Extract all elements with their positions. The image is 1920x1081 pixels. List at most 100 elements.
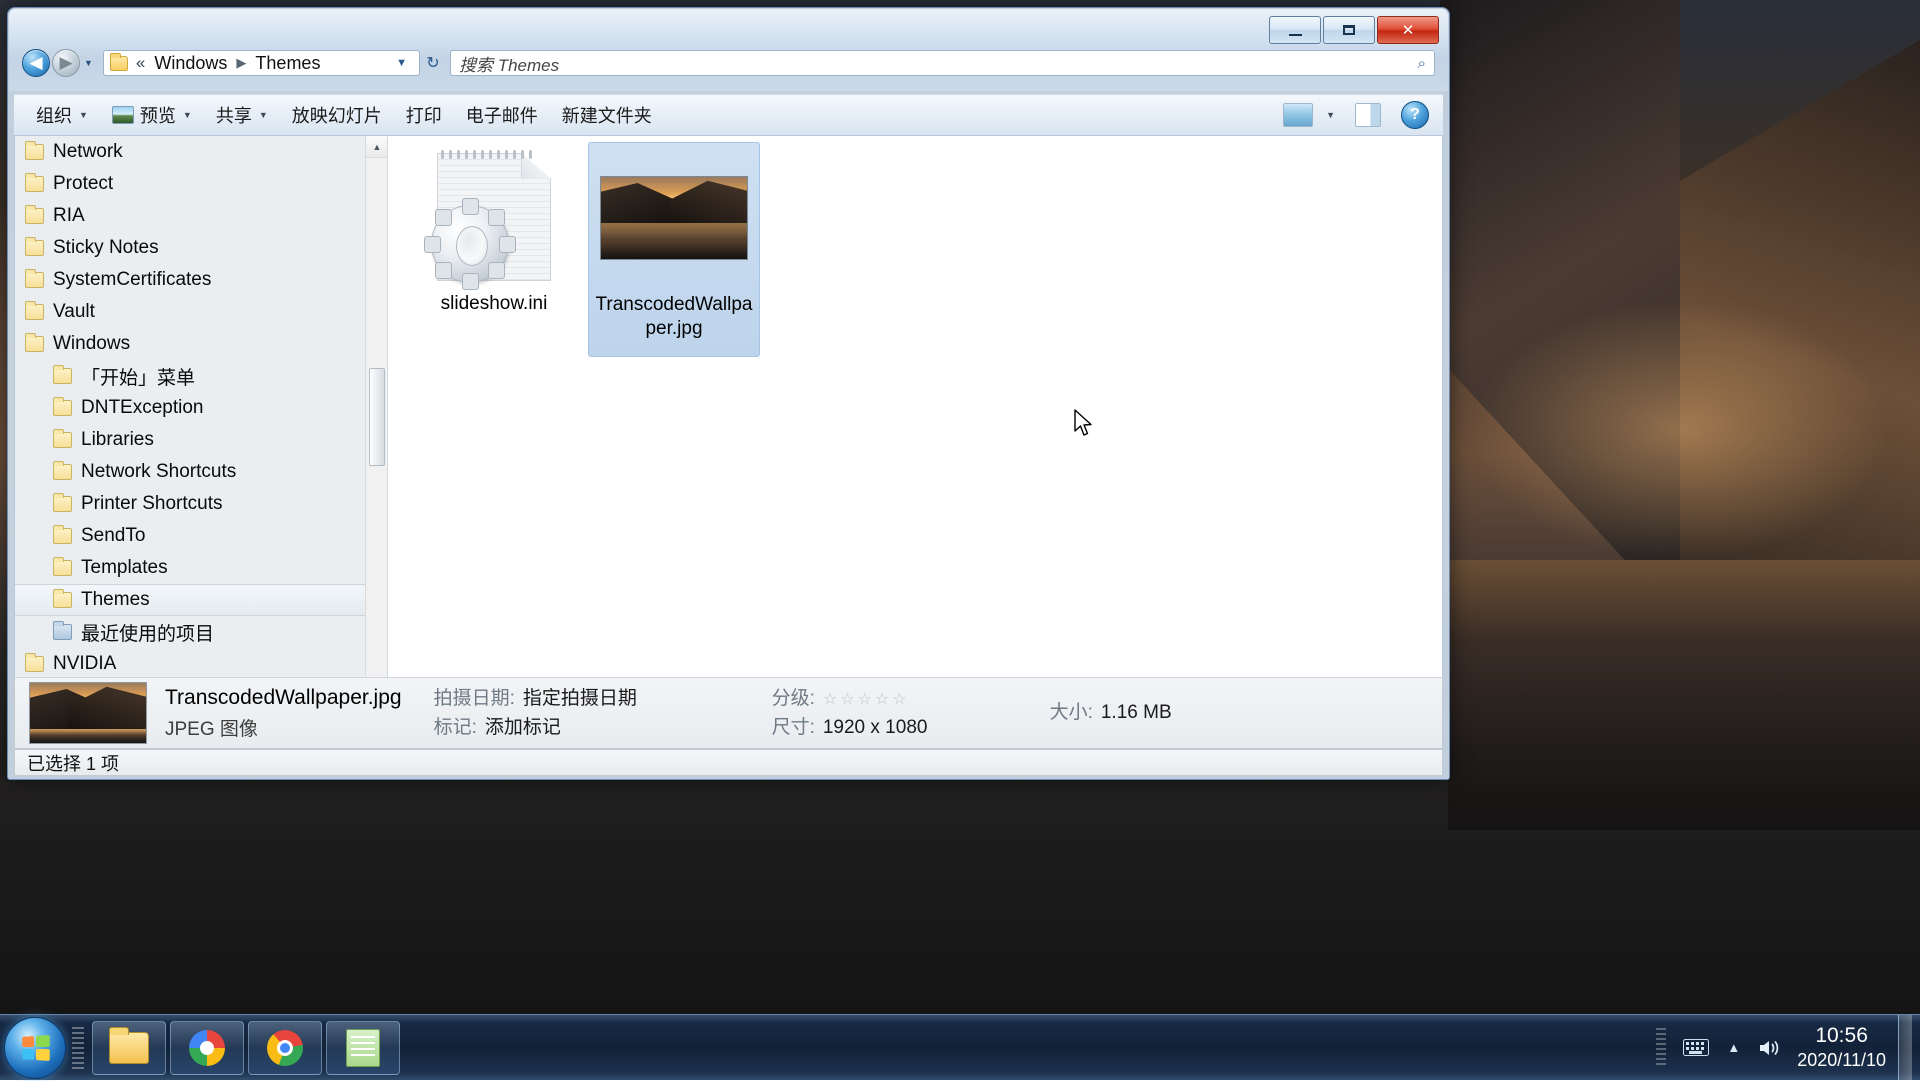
tree-item-label: Libraries bbox=[81, 429, 154, 451]
refresh-button[interactable]: ↻ bbox=[420, 53, 446, 73]
tree-item-printer-shortcuts[interactable]: Printer Shortcuts bbox=[15, 488, 387, 520]
details-reflection bbox=[30, 729, 146, 743]
scrollbar-thumb[interactable] bbox=[369, 368, 385, 466]
rating-stars[interactable]: ☆ ☆ ☆ ☆ ☆ bbox=[823, 688, 907, 713]
taskbar-notes[interactable] bbox=[326, 1021, 400, 1075]
chevron-down-icon: ▼ bbox=[259, 110, 268, 120]
navigation-tree[interactable]: NetworkProtectRIASticky Notes SystemCerti… bbox=[15, 136, 388, 704]
tree-item-label: Network Shortcuts bbox=[81, 461, 236, 483]
tray-divider bbox=[1656, 1028, 1666, 1068]
taskbar-browser-2[interactable] bbox=[248, 1021, 322, 1075]
close-button[interactable]: ✕ bbox=[1377, 16, 1439, 44]
print-button[interactable]: 打印 bbox=[394, 100, 454, 130]
breadcrumb-themes[interactable]: Themes bbox=[252, 53, 323, 74]
folder-icon bbox=[53, 496, 72, 512]
star-icon[interactable]: ☆ bbox=[892, 688, 906, 713]
back-button[interactable]: ◀ bbox=[22, 49, 50, 77]
tree-item-themes[interactable]: Themes bbox=[15, 584, 387, 616]
share-label: 共享 bbox=[216, 102, 252, 128]
history-dropdown-icon[interactable]: ▼ bbox=[84, 58, 93, 68]
tree-item-protect[interactable]: Protect bbox=[15, 168, 387, 200]
file-item-slideshow-ini[interactable]: slideshow.ini bbox=[408, 142, 580, 357]
tree-item-templates[interactable]: Templates bbox=[15, 552, 387, 584]
preview-pane-icon[interactable] bbox=[1355, 103, 1381, 127]
gear-icon bbox=[431, 205, 509, 283]
star-icon[interactable]: ☆ bbox=[823, 688, 837, 713]
share-button[interactable]: 共享 ▼ bbox=[204, 100, 280, 130]
show-desktop-button[interactable] bbox=[1898, 1015, 1912, 1081]
tree-item-[interactable]: 「开始」菜单 bbox=[15, 360, 387, 392]
tree-item-[interactable]: 最近使用的项目 bbox=[15, 616, 387, 648]
details-rating-column: 分级: ☆ ☆ ☆ ☆ ☆ 尺寸: 1920 x 1080 bbox=[772, 684, 1042, 743]
details-dimensions-value: 1920 x 1080 bbox=[823, 713, 928, 742]
tree-item-dntexception[interactable]: DNTException bbox=[15, 392, 387, 424]
preview-icon bbox=[112, 106, 134, 124]
tree-item-sticky-notes[interactable]: Sticky Notes bbox=[15, 232, 387, 264]
details-tags-key: 标记: bbox=[434, 713, 477, 742]
show-hidden-icons-button[interactable]: ▲ bbox=[1727, 1040, 1740, 1055]
details-dimensions-key: 尺寸: bbox=[772, 713, 815, 742]
volume-icon[interactable] bbox=[1758, 1038, 1782, 1058]
explorer-icon bbox=[109, 1032, 149, 1064]
help-button[interactable]: ? bbox=[1401, 101, 1429, 129]
preview-button[interactable]: 预览 ▼ bbox=[100, 100, 204, 130]
organize-button[interactable]: 组织 ▼ bbox=[24, 100, 100, 130]
keyboard-glyph bbox=[1683, 1039, 1709, 1056]
tree-item-sendto[interactable]: SendTo bbox=[15, 520, 387, 552]
details-pane: TranscodedWallpaper.jpg JPEG 图像 拍摄日期: 指定… bbox=[14, 677, 1443, 749]
tree-item-systemcertificates[interactable]: SystemCertificates bbox=[15, 264, 387, 296]
maximize-button[interactable] bbox=[1323, 16, 1375, 44]
chevron-down-icon[interactable]: ▼ bbox=[1326, 110, 1335, 120]
search-box[interactable]: 搜索 Themes ⌕ bbox=[450, 50, 1435, 76]
star-icon[interactable]: ☆ bbox=[858, 688, 872, 713]
star-icon[interactable]: ☆ bbox=[840, 688, 854, 713]
star-icon[interactable]: ☆ bbox=[875, 688, 889, 713]
email-button[interactable]: 电子邮件 bbox=[454, 100, 550, 130]
tree-item-nvidia[interactable]: NVIDIA bbox=[15, 648, 387, 680]
slideshow-button[interactable]: 放映幻灯片 bbox=[280, 100, 394, 130]
tree-item-label: SendTo bbox=[81, 525, 145, 547]
start-button[interactable] bbox=[4, 1017, 66, 1079]
file-item-transcodedwallpaper-jpg[interactable]: TranscodedWallpaper.jpg bbox=[588, 142, 760, 357]
folder-icon bbox=[53, 464, 72, 480]
scroll-up-icon[interactable]: ▲ bbox=[366, 136, 388, 158]
folder-icon bbox=[25, 144, 44, 160]
clock-date: 2020/11/10 bbox=[1797, 1049, 1886, 1072]
details-tags-value[interactable]: 添加标记 bbox=[485, 713, 561, 742]
minimize-button[interactable] bbox=[1269, 16, 1321, 44]
tree-scrollbar[interactable]: ▲ ▼ bbox=[365, 136, 387, 704]
forward-button[interactable]: ▶ bbox=[52, 49, 80, 77]
file-thumbnail bbox=[600, 143, 748, 293]
tree-item-network[interactable]: Network bbox=[15, 136, 387, 168]
notes-icon bbox=[346, 1029, 380, 1067]
file-list-pane[interactable]: slideshow.ini TranscodedWallpaper.jpg bbox=[388, 136, 1442, 704]
tree-item-windows[interactable]: Windows bbox=[15, 328, 387, 360]
thumbnail-mountain-left bbox=[600, 183, 675, 223]
address-bar[interactable]: « Windows ▶ Themes ▼ bbox=[103, 50, 420, 76]
new-folder-button[interactable]: 新建文件夹 bbox=[550, 100, 664, 130]
details-image-preview bbox=[30, 683, 146, 743]
folder-icon bbox=[25, 240, 44, 256]
tree-item-label: SystemCertificates bbox=[53, 269, 211, 291]
change-view-icon[interactable] bbox=[1283, 103, 1313, 127]
chevron-down-icon: ▼ bbox=[79, 110, 88, 120]
keyboard-icon[interactable] bbox=[1683, 1039, 1709, 1056]
mouse-cursor bbox=[1073, 409, 1093, 439]
tree-item-libraries[interactable]: Libraries bbox=[15, 424, 387, 456]
folder-icon bbox=[25, 304, 44, 320]
folder-icon bbox=[25, 336, 44, 352]
clock[interactable]: 10:56 2020/11/10 bbox=[1791, 1023, 1898, 1072]
taskbar-browser-1[interactable] bbox=[170, 1021, 244, 1075]
breadcrumb-windows[interactable]: Windows bbox=[151, 53, 230, 74]
toolbar-right-group: ▼ ? bbox=[1283, 101, 1433, 129]
address-dropdown-icon[interactable]: ▼ bbox=[388, 57, 415, 69]
folder-icon bbox=[53, 368, 72, 384]
taskbar-explorer[interactable] bbox=[92, 1021, 166, 1075]
tree-item-network-shortcuts[interactable]: Network Shortcuts bbox=[15, 456, 387, 488]
search-input[interactable]: 搜索 Themes bbox=[459, 51, 1418, 76]
breadcrumb-overflow-icon[interactable]: « bbox=[134, 53, 151, 73]
tree-item-vault[interactable]: Vault bbox=[15, 296, 387, 328]
tree-item-ria[interactable]: RIA bbox=[15, 200, 387, 232]
navigation-row: ◀ ▶ ▼ « Windows ▶ Themes ▼ ↻ 搜索 Themes ⌕ bbox=[22, 48, 1435, 78]
details-date-taken-value[interactable]: 指定拍摄日期 bbox=[523, 684, 637, 713]
